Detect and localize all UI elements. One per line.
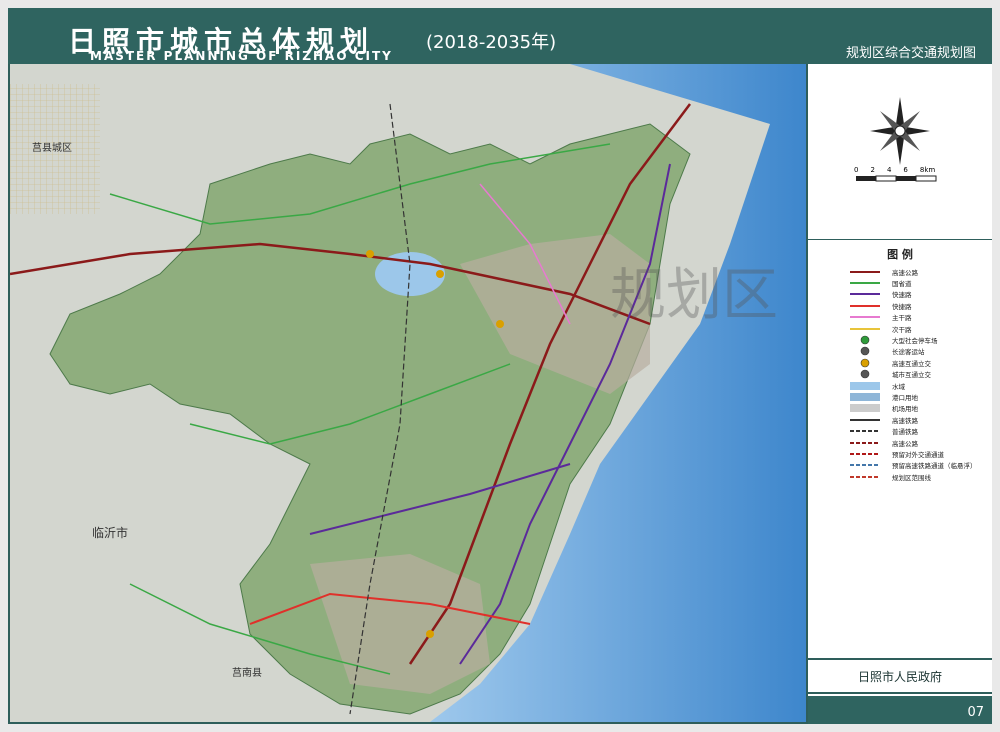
legend-item-label: 大型社会停车场 (892, 337, 938, 346)
legend-item: 预留高速铁路通道（临悬浮） (848, 460, 992, 471)
interchange-marker-1 (436, 270, 444, 278)
legend-item: 机场用地 (848, 403, 992, 414)
legend-item-label: 高速互通立交 (892, 359, 931, 368)
scale-tick: 4 (886, 166, 892, 174)
english-subtitle: MASTER PLANNING OF RIZHAO CITY (90, 49, 393, 63)
legend-item-label: 次干路 (892, 325, 912, 334)
legend-item: 次干路 (848, 323, 992, 334)
legend-item-label: 国省道 (892, 280, 912, 289)
legend-item: 快速路 (848, 289, 992, 300)
interchange-icon (848, 358, 882, 368)
interchange-marker-3 (366, 250, 374, 258)
scale-bar (856, 175, 937, 182)
map-svg: 规划区 (10, 64, 808, 722)
scale-ticks: 0 2 4 6 8km (854, 166, 935, 174)
legend-item-label: 城市互通立交 (892, 371, 931, 380)
legend-item: 快捷路 (848, 300, 992, 311)
airport-icon (848, 403, 882, 413)
map-canvas[interactable]: 规划区 莒县城区 临沂市 莒南县 (10, 64, 808, 722)
linyi-label: 临沂市 (92, 526, 129, 540)
legend-item: 主干路 (848, 312, 992, 323)
legend-item-label: 预留高速铁路通道（临悬浮） (892, 462, 977, 471)
line-secondary-road-icon (848, 324, 882, 334)
line-main-road-icon (848, 312, 882, 322)
legend: 图 例 高速公路 国省道 快速路 快捷路 主干路 次干路 大型社会停车场 长途客运站 高速互通立… (808, 239, 992, 482)
city-interchange-icon (848, 369, 882, 379)
line-reserved-channel-icon (848, 449, 882, 459)
legend-item-label: 规划区范围线 (892, 473, 931, 482)
juxian-label: 莒县城区 (32, 143, 72, 154)
line-high-speed-rail-icon (848, 415, 882, 425)
legend-item: 高速公路 (848, 266, 992, 277)
map-title: 规划区综合交通规划图 (845, 46, 976, 61)
interchange-marker-4 (426, 630, 434, 638)
scale-tick: 0 (854, 166, 859, 174)
line-quick-road-icon (848, 301, 882, 311)
legend-item-label: 预留对外交通通道 (892, 450, 944, 459)
legend-item-label: 快捷路 (892, 302, 912, 311)
legend-item: 高速公路 (848, 437, 992, 448)
legend-item-label: 长途客运站 (892, 348, 925, 357)
legend-title: 图 例 (887, 248, 913, 261)
legend-item: 预留对外交通通道 (848, 448, 992, 459)
legend-item: 高速互通立交 (848, 357, 992, 368)
junan-label: 莒南县 (232, 668, 262, 679)
interchange-marker-2 (496, 320, 504, 328)
legend-item: 长途客运站 (848, 346, 992, 357)
legend-item-label: 普通铁路 (892, 428, 918, 437)
parking-icon (848, 335, 882, 345)
legend-item: 规划区范围线 (848, 471, 992, 482)
line-planning-boundary-icon (848, 472, 882, 482)
page-number: 07 (967, 705, 984, 720)
plan-years: (2018-2035年) (426, 32, 557, 53)
legend-item-label: 机场用地 (892, 405, 918, 414)
watermark-text: 规划区 (610, 263, 778, 328)
line-expressway-icon (848, 267, 882, 277)
line-expressway-dashed-icon (848, 438, 882, 448)
legend-item: 普通铁路 (848, 425, 992, 436)
scale-tick: 6 (903, 166, 908, 174)
legend-panel: 0 2 4 6 8km 图 例 高速公路 国省道 快速路 快捷路 主干路 次干路 大型社会停… (806, 64, 992, 724)
legend-item: 港口用地 (848, 391, 992, 402)
bus-station-icon (848, 346, 882, 356)
line-railway-icon (848, 426, 882, 436)
legend-item-label: 高速铁路 (892, 416, 918, 425)
north-arrow-icon (856, 97, 937, 182)
scale-tick: 8km (919, 166, 936, 174)
legend-item-label: 高速公路 (892, 268, 918, 277)
legend-rows: 高速公路 国省道 快速路 快捷路 主干路 次干路 大型社会停车场 长途客运站 高速互通立交 城市互… (808, 266, 992, 482)
compass-area: 0 2 4 6 8km (808, 76, 992, 236)
legend-item: 水域 (848, 380, 992, 391)
government-label: 日照市人民政府 (808, 658, 992, 694)
legend-item-label: 港口用地 (892, 393, 918, 402)
legend-item: 高速铁路 (848, 414, 992, 425)
legend-item-label: 水域 (892, 382, 905, 391)
legend-item: 城市互通立交 (848, 369, 992, 380)
port-icon (848, 392, 882, 402)
legend-item-label: 主干路 (892, 314, 912, 323)
scale-tick: 2 (870, 166, 875, 174)
legend-item: 国省道 (848, 277, 992, 288)
line-reserved-rail-icon (848, 460, 882, 470)
water-swatch-icon (848, 381, 882, 391)
line-fast-road-icon (848, 289, 882, 299)
legend-item: 大型社会停车场 (848, 334, 992, 345)
line-national-road-icon (848, 278, 882, 288)
footer-bar: 07 (808, 696, 992, 724)
legend-item-label: 高速公路 (892, 439, 918, 448)
legend-item-label: 快速路 (892, 291, 912, 300)
